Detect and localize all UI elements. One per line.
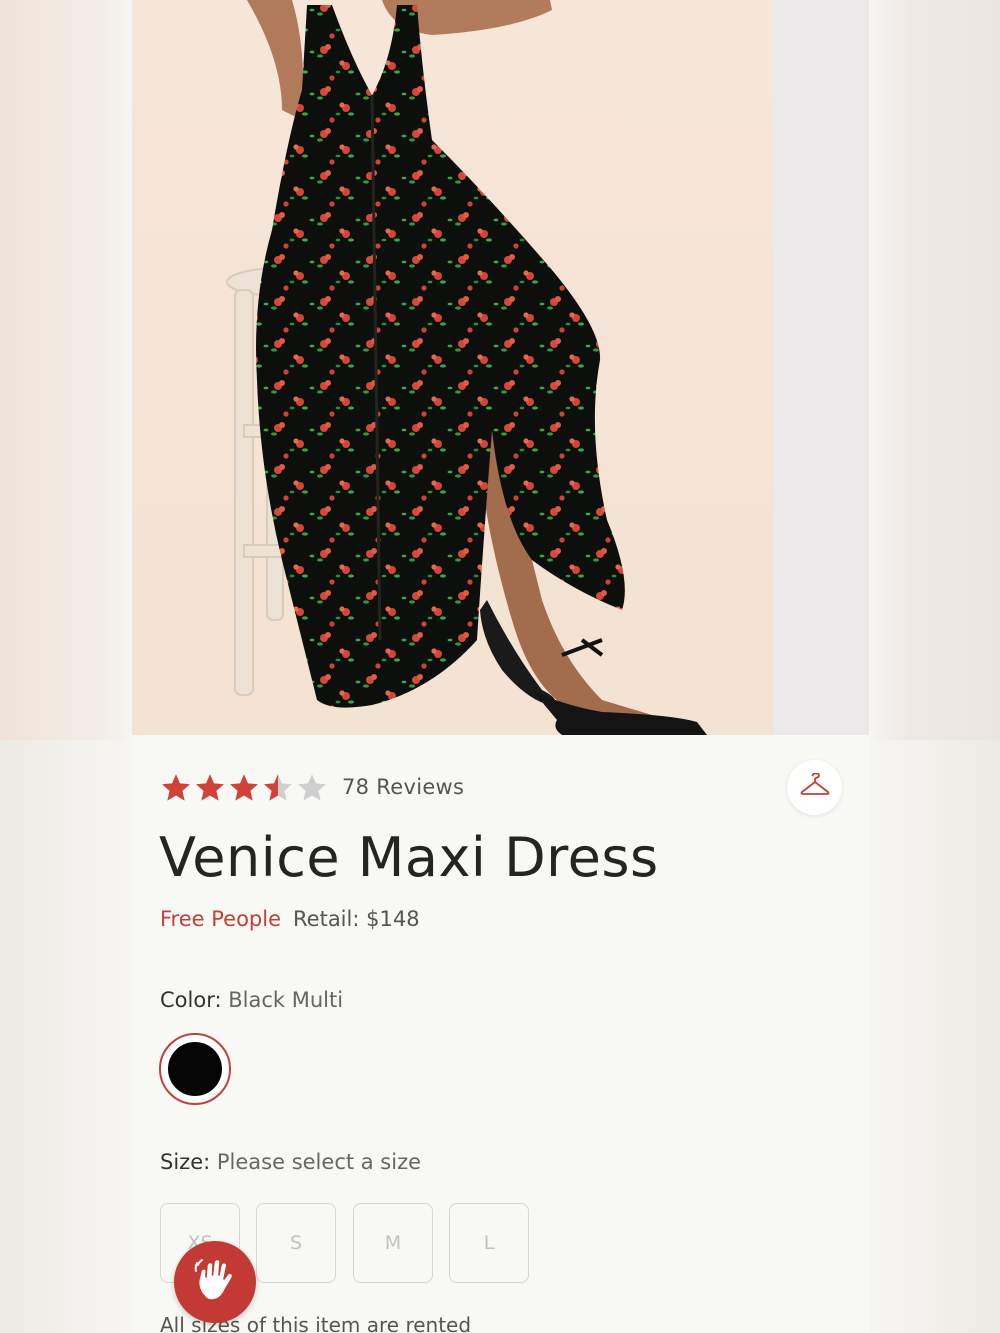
help-chat-button[interactable] xyxy=(174,1241,256,1323)
hanger-icon xyxy=(800,772,830,803)
reviews-count[interactable]: 78 Reviews xyxy=(342,775,464,799)
color-swatch-black[interactable] xyxy=(159,1033,231,1105)
star-icon xyxy=(264,774,292,801)
star-icon xyxy=(196,774,224,801)
size-prompt: Please select a size xyxy=(216,1150,422,1174)
color-label: Color: xyxy=(160,988,222,1012)
product-detail-sheet: 78 Reviews Venice Maxi Dress Free People… xyxy=(132,0,869,1333)
size-label: Size: xyxy=(160,1150,211,1174)
brand-link[interactable]: Free People xyxy=(160,907,281,931)
rating-summary[interactable]: 78 Reviews xyxy=(160,770,464,804)
size-option-s[interactable]: S xyxy=(256,1203,336,1283)
size-label-row: Size: Please select a size xyxy=(160,1150,421,1174)
swatch-fill xyxy=(168,1042,222,1096)
retail-price: Retail: $148 xyxy=(293,907,420,931)
brand-price-row: Free People Retail: $148 xyxy=(160,907,420,931)
size-option-l[interactable]: L xyxy=(449,1203,529,1283)
star-rating xyxy=(160,772,328,802)
color-value: Black Multi xyxy=(228,988,344,1012)
star-icon xyxy=(230,774,258,801)
color-label-row: Color: Black Multi xyxy=(160,988,343,1012)
product-image[interactable] xyxy=(132,0,869,735)
waving-hand-icon xyxy=(193,1257,237,1307)
star-icon xyxy=(298,774,326,801)
star-icon xyxy=(162,774,190,801)
save-to-closet-button[interactable] xyxy=(787,760,842,815)
size-option-m[interactable]: M xyxy=(353,1203,433,1283)
product-title: Venice Maxi Dress xyxy=(159,826,659,889)
